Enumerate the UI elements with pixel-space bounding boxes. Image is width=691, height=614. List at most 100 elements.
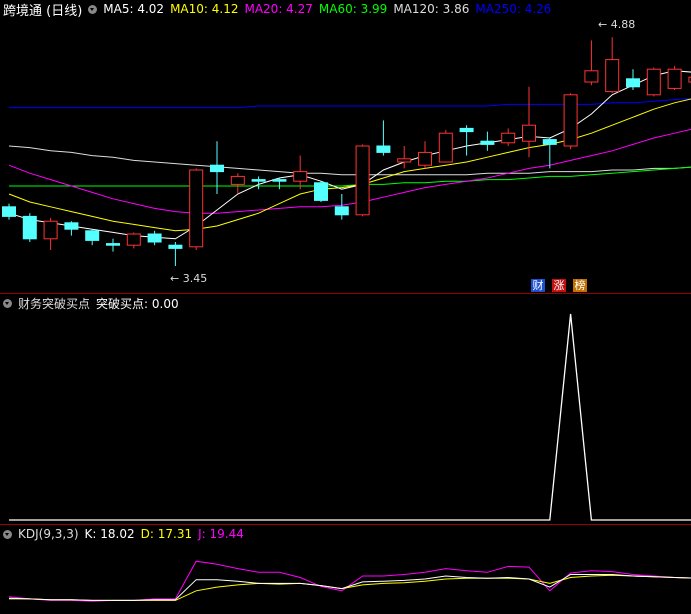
candle-body xyxy=(251,179,266,182)
ma-legend: MA5: 4.02 MA10: 4.12 MA20: 4.27 MA60: 3.99 M… xyxy=(103,2,557,16)
price-chart[interactable] xyxy=(0,0,691,293)
ma5-line xyxy=(8,70,691,240)
candle-body xyxy=(605,59,620,93)
candle-body xyxy=(314,182,328,201)
ma-legend-item: MA250: 4.26 xyxy=(475,2,552,16)
candle[interactable] xyxy=(605,37,620,94)
candle-body xyxy=(85,230,100,241)
candle[interactable] xyxy=(230,173,245,194)
signal-chart[interactable] xyxy=(0,294,691,524)
candle-body xyxy=(189,169,204,248)
indicator-menu-icon[interactable] xyxy=(88,4,98,14)
candle[interactable] xyxy=(397,146,412,169)
candle[interactable] xyxy=(43,218,58,250)
badge-rank[interactable]: 榜 xyxy=(573,279,587,292)
candle-body xyxy=(522,124,536,142)
candle-body xyxy=(106,243,120,246)
candle[interactable] xyxy=(667,66,682,90)
candle[interactable] xyxy=(438,130,453,163)
candle-body xyxy=(64,222,79,230)
indicator-menu-icon[interactable] xyxy=(3,298,12,308)
price-panel[interactable]: 跨境通 (日线) MA5: 4.02 MA10: 4.12 MA20: 4.27 MA… xyxy=(0,0,691,293)
candle[interactable] xyxy=(2,203,16,220)
candle[interactable] xyxy=(147,230,162,246)
candle[interactable] xyxy=(168,242,183,266)
candle[interactable] xyxy=(64,221,79,236)
ma-legend-item: MA120: 3.86 xyxy=(393,2,470,16)
candle[interactable] xyxy=(293,155,308,190)
kdj-d-line xyxy=(9,574,691,601)
ma-legend-item: MA5: 4.02 xyxy=(103,2,165,16)
low-price-value: 3.45 xyxy=(182,272,208,285)
candle-body xyxy=(376,145,391,153)
candle[interactable] xyxy=(272,178,287,190)
candle[interactable] xyxy=(501,128,516,146)
ma-legend-item: MA10: 4.12 xyxy=(170,2,239,16)
candle-body xyxy=(43,220,58,240)
high-price-value: 4.88 xyxy=(610,18,636,31)
candle[interactable] xyxy=(626,69,640,90)
candle-body xyxy=(293,171,308,182)
candle[interactable] xyxy=(334,194,349,220)
ma250-line xyxy=(9,97,691,109)
candle-body xyxy=(584,70,599,83)
candle[interactable] xyxy=(584,40,599,86)
candle[interactable] xyxy=(646,67,661,97)
candle-body xyxy=(418,151,432,166)
candle[interactable] xyxy=(106,238,120,252)
candle-body xyxy=(22,215,37,240)
candle[interactable] xyxy=(355,144,370,217)
candle[interactable] xyxy=(418,141,432,169)
price-panel-header: 跨境通 (日线) MA5: 4.02 MA10: 4.12 MA20: 4.27 MA… xyxy=(0,0,557,19)
kdj-k-value: K: 18.02 xyxy=(84,527,135,541)
signal-panel[interactable]: 财务突破买点 突破买点: 0.00 xyxy=(0,294,691,524)
candle-body xyxy=(480,140,495,145)
candle[interactable] xyxy=(376,120,391,156)
candle-body xyxy=(438,132,453,163)
candle-body xyxy=(646,68,661,96)
badge-rise[interactable]: 涨 xyxy=(552,279,566,292)
candle-body xyxy=(501,132,516,144)
ma-legend-item: MA60: 3.99 xyxy=(318,2,388,16)
candle-body xyxy=(168,244,183,249)
kdj-title[interactable]: KDJ(9,3,3) xyxy=(18,527,79,541)
candle-body xyxy=(210,164,224,173)
candle[interactable] xyxy=(314,181,328,202)
stock-title[interactable]: 跨境通 (日线) xyxy=(3,0,82,19)
kdj-j-line xyxy=(8,560,691,602)
candle[interactable] xyxy=(189,168,204,250)
candle[interactable] xyxy=(22,213,37,242)
badge-finance[interactable]: 财 xyxy=(531,279,545,292)
candle-body xyxy=(355,145,370,216)
candle-body xyxy=(667,68,682,89)
ma120-line xyxy=(8,145,691,176)
candle-body xyxy=(563,94,578,147)
kdj-d-value: D: 17.31 xyxy=(140,527,193,541)
candle[interactable] xyxy=(480,131,495,151)
signal-panel-header: 财务突破买点 突破买点: 0.00 xyxy=(0,294,179,312)
candle-body xyxy=(334,206,349,216)
ma20-line xyxy=(8,128,691,214)
candle[interactable] xyxy=(563,93,578,150)
candle-body xyxy=(126,233,141,246)
candle-body xyxy=(230,175,245,185)
candle[interactable] xyxy=(459,125,474,156)
signal-title[interactable]: 财务突破买点 xyxy=(18,295,90,312)
ma-legend-item: MA20: 4.27 xyxy=(244,2,313,16)
candle-body xyxy=(147,233,162,243)
kdj-panel[interactable]: KDJ(9,3,3) K: 18.02 D: 17.31 J: 19.44 xyxy=(0,525,691,614)
candle-body xyxy=(459,127,474,133)
candle-body xyxy=(397,158,412,163)
signal-value: 突破买点: 0.00 xyxy=(96,296,179,311)
candle-body xyxy=(542,139,557,145)
indicator-menu-icon[interactable] xyxy=(3,529,12,539)
kdj-j-value: J: 19.44 xyxy=(198,527,244,541)
candle-body xyxy=(272,179,287,182)
candle[interactable] xyxy=(85,229,100,246)
candle[interactable] xyxy=(126,232,141,249)
kdj-panel-header: KDJ(9,3,3) K: 18.02 D: 17.31 J: 19.44 xyxy=(0,525,244,543)
candle-body xyxy=(626,78,640,88)
ma60-line xyxy=(9,166,691,187)
low-price-label: ← 3.45 xyxy=(170,272,208,285)
ma10-line xyxy=(8,98,691,232)
